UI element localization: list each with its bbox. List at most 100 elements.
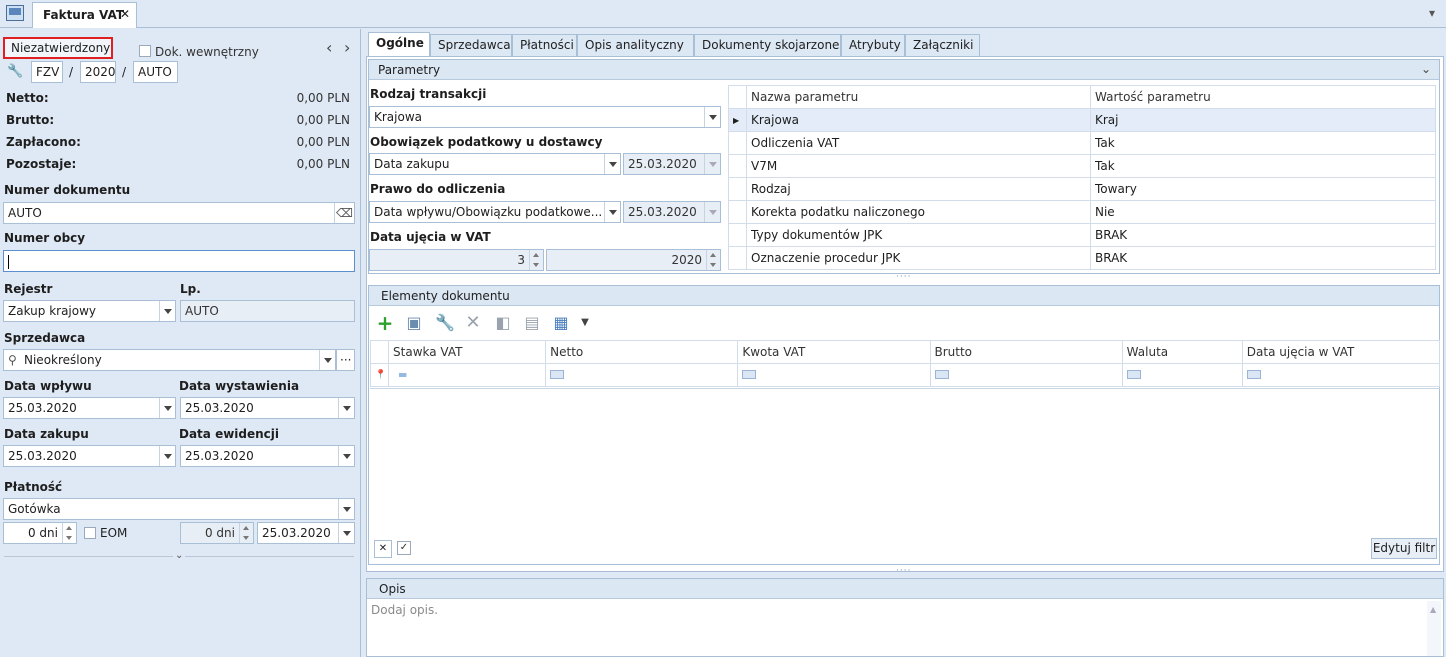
params-row[interactable]: Oznaczenie procedur JPK BRAK: [728, 246, 1436, 270]
transaction-type-select[interactable]: Krajowa: [369, 106, 721, 128]
date-issued-select[interactable]: 25.03.2020: [180, 397, 355, 419]
view-dropdown-icon[interactable]: ▼: [576, 314, 594, 332]
date-record-select[interactable]: 25.03.2020: [180, 445, 355, 467]
params-header: Parametry: [369, 60, 1439, 80]
payment-label: Płatność: [4, 480, 63, 494]
param-name: Korekta podatku naliczonego: [746, 200, 1091, 224]
params-collapse-icon[interactable]: ⌄: [1421, 62, 1431, 76]
number-year-field[interactable]: 2020: [80, 61, 116, 83]
filter-cell-5[interactable]: [1241, 363, 1441, 387]
splitter-dots-2[interactable]: ····: [896, 566, 911, 576]
param-value[interactable]: Towary: [1090, 177, 1436, 201]
date-received-label: Data wpływu: [4, 379, 92, 393]
days-stepper[interactable]: 0 dni: [3, 522, 77, 544]
description-header: Opis: [367, 579, 1443, 599]
import-icon[interactable]: ▤: [523, 314, 541, 332]
due-date-select[interactable]: 25.03.2020: [257, 522, 355, 544]
lp-field: AUTO: [180, 300, 355, 322]
filter-row[interactable]: 📍 ═: [369, 363, 1441, 387]
filter-clear-icon[interactable]: ✕: [374, 540, 392, 558]
status-text: Niezatwierdzony: [11, 41, 111, 55]
filter-cell-2[interactable]: [737, 363, 931, 387]
elements-col-5[interactable]: Data ujęcia w VAT: [1241, 340, 1441, 364]
register-select[interactable]: Zakup krajowy: [3, 300, 176, 322]
tab-3[interactable]: Opis analityczny: [577, 34, 694, 56]
vat-year-stepper: 2020: [546, 249, 721, 271]
chevron-down-icon[interactable]: ⌄: [173, 550, 186, 561]
wrench-icon[interactable]: 🔧: [7, 64, 23, 79]
param-value[interactable]: BRAK: [1090, 223, 1436, 247]
total-label: Zapłacono:: [6, 135, 81, 149]
tax-obligation-select[interactable]: Data zakupu: [369, 153, 621, 175]
elements-col-1[interactable]: Netto: [545, 340, 739, 364]
number-auto-field[interactable]: AUTO: [133, 61, 178, 83]
params-col-value[interactable]: Wartość parametru: [1090, 85, 1436, 109]
filter-equals-icon[interactable]: ═: [388, 363, 547, 387]
eraser-icon[interactable]: ⌫: [334, 203, 354, 223]
row-indicator: ▶: [728, 108, 747, 132]
internal-doc-checkbox[interactable]: [139, 45, 151, 57]
tab-4[interactable]: Dokumenty skojarzone: [694, 34, 841, 56]
app-icon[interactable]: [6, 5, 24, 21]
transaction-type-label: Rodzaj transakcji: [370, 87, 487, 101]
text-filter-icon: [550, 370, 565, 379]
filter-cell-4[interactable]: [1121, 363, 1243, 387]
document-tab[interactable]: Faktura VAT ✕: [32, 2, 137, 28]
param-value[interactable]: Tak: [1090, 131, 1436, 155]
params-row[interactable]: Odliczenia VAT Tak: [728, 131, 1436, 155]
vat-date-label: Data ujęcia w VAT: [370, 230, 491, 244]
text-filter-icon: [1126, 370, 1141, 379]
elements-col-2[interactable]: Kwota VAT: [737, 340, 931, 364]
edit-icon[interactable]: 🔧: [435, 314, 455, 332]
elements-col-0[interactable]: Stawka VAT: [388, 340, 547, 364]
view-icon[interactable]: ▦: [552, 314, 570, 332]
split-icon[interactable]: ◧: [494, 314, 512, 332]
delete-icon[interactable]: ✕: [464, 314, 482, 332]
foreign-number-input[interactable]: [3, 250, 355, 272]
params-row[interactable]: ▶ Krajowa Kraj: [728, 108, 1436, 132]
add-from-list-icon[interactable]: ▣: [405, 314, 423, 332]
filter-cell-3[interactable]: [929, 363, 1123, 387]
deduction-label: Prawo do odliczenia: [370, 182, 506, 196]
param-value[interactable]: Kraj: [1090, 108, 1436, 132]
eom-checkbox[interactable]: [84, 527, 96, 539]
date-received-select[interactable]: 25.03.2020: [3, 397, 176, 419]
doc-number-field[interactable]: AUTO ⌫: [3, 202, 355, 224]
window-menu-icon[interactable]: ▾: [1429, 6, 1435, 20]
elements-col-4[interactable]: Waluta: [1121, 340, 1243, 364]
param-value[interactable]: BRAK: [1090, 246, 1436, 270]
payment-select[interactable]: Gotówka: [3, 498, 355, 520]
filter-cell-1[interactable]: [545, 363, 739, 387]
params-row[interactable]: V7M Tak: [728, 154, 1436, 178]
tab-0[interactable]: Ogólne: [368, 32, 430, 56]
add-icon[interactable]: +: [376, 313, 394, 333]
number-sep-2: /: [122, 65, 127, 79]
edit-filter-button[interactable]: Edytuj filtr: [1371, 538, 1437, 559]
param-name: Rodzaj: [746, 177, 1091, 201]
seller-select[interactable]: ⚲ Nieokreślony: [3, 349, 336, 371]
number-series-field[interactable]: FZV: [31, 61, 63, 83]
params-row[interactable]: Typy dokumentów JPK BRAK: [728, 223, 1436, 247]
nav-prev-icon[interactable]: ‹: [326, 38, 332, 57]
tab-6[interactable]: Załączniki: [905, 34, 980, 56]
params-col-name[interactable]: Nazwa parametru: [746, 85, 1091, 109]
tab-2[interactable]: Płatności: [512, 34, 577, 56]
scroll-up-icon[interactable]: ▲: [1430, 605, 1436, 614]
params-row[interactable]: Korekta podatku naliczonego Nie: [728, 200, 1436, 224]
params-row[interactable]: Rodzaj Towary: [728, 177, 1436, 201]
close-icon[interactable]: ✕: [120, 7, 130, 21]
filter-apply-icon[interactable]: ✓: [397, 541, 411, 555]
nav-next-icon[interactable]: ›: [344, 38, 350, 57]
description-scrollbar[interactable]: ▲: [1427, 601, 1441, 656]
tab-5[interactable]: Atrybuty: [841, 34, 905, 56]
tab-1[interactable]: Sprzedawca: [430, 34, 512, 56]
param-value[interactable]: Nie: [1090, 200, 1436, 224]
date-purchase-select[interactable]: 25.03.2020: [3, 445, 176, 467]
splitter-dots[interactable]: ····: [896, 272, 911, 282]
elements-col-3[interactable]: Brutto: [929, 340, 1123, 364]
deduction-select[interactable]: Data wpływu/Obowiązku podatkowe...: [369, 201, 621, 223]
seller-more-button[interactable]: ···: [336, 349, 355, 371]
param-value[interactable]: Tak: [1090, 154, 1436, 178]
param-name: V7M: [746, 154, 1091, 178]
description-placeholder[interactable]: Dodaj opis.: [371, 603, 438, 617]
